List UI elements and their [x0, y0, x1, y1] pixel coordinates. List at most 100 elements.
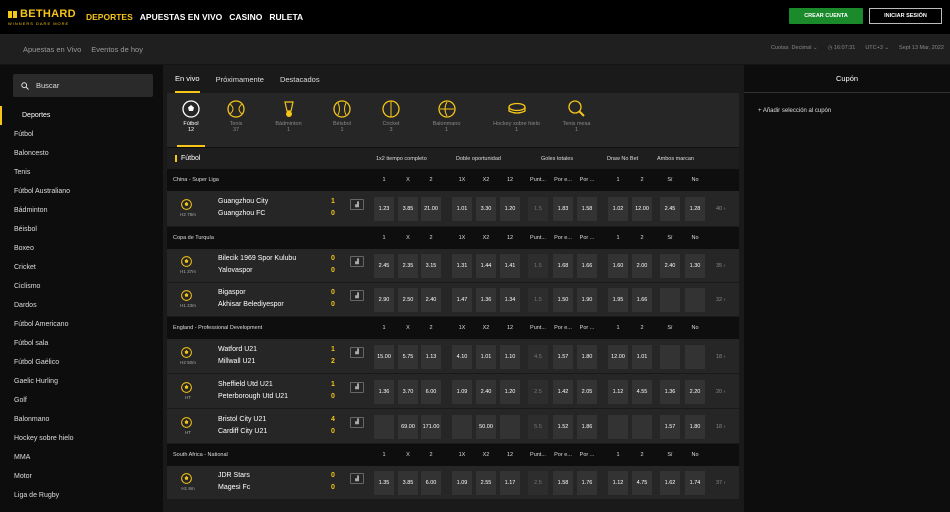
odds-button[interactable]: 1.58 [553, 471, 573, 495]
search-box[interactable]: Buscar [13, 74, 153, 97]
odds-button[interactable]: 2.45 [660, 197, 680, 221]
sport-tab-6[interactable]: Hockey sobre hielo 1 [479, 93, 554, 147]
nav-apuestas-en-vivo[interactable]: APUESTAS EN VIVO [140, 12, 223, 22]
sidebar-item[interactable]: Hockey sobre hielo [0, 429, 163, 448]
odds-button[interactable]: 1.01 [452, 197, 472, 221]
sport-tab-7[interactable]: Tenis mesa 1 [554, 93, 599, 147]
sidebar-item[interactable]: Ciclismo [0, 277, 163, 296]
odds-button[interactable] [685, 288, 705, 312]
odds-button[interactable]: 1.80 [685, 414, 705, 439]
odds-button[interactable]: 1.12 [608, 379, 628, 404]
odds-button[interactable]: 1.80 [577, 344, 597, 369]
stats-icon[interactable]: ▟ [350, 290, 364, 301]
bethard-logo[interactable]: BETHARD WINNERS DARE MORE [8, 8, 78, 26]
odds-button[interactable]: 1.17 [500, 471, 520, 495]
subnav-apuestas-en-vivo[interactable]: Apuestas en Vivo [23, 45, 81, 54]
odds-button[interactable]: 1.20 [500, 197, 520, 221]
sidebar-item[interactable]: Boxeo [0, 239, 163, 258]
odds-button[interactable]: 2.20 [685, 379, 705, 404]
odds-button[interactable]: 1.95 [608, 288, 628, 312]
odds-button[interactable]: 1.60 [608, 254, 628, 278]
odds-button[interactable]: 1.31 [452, 254, 472, 278]
sidebar-item[interactable]: Fútbol sala [0, 334, 163, 353]
odds-button[interactable]: 2.90 [374, 288, 394, 312]
odds-button[interactable]: 1.5 [528, 197, 548, 221]
odds-button[interactable] [660, 288, 680, 312]
stats-icon[interactable]: ▟ [350, 256, 364, 267]
odds-button[interactable]: 6.00 [421, 471, 441, 495]
sidebar-item[interactable]: Dardos [0, 296, 163, 315]
odds-button[interactable]: 1.90 [577, 288, 597, 312]
sidebar-item[interactable]: Balonmano [0, 410, 163, 429]
odds-button[interactable]: 12.00 [608, 344, 628, 369]
odds-button[interactable]: 1.20 [500, 379, 520, 404]
odds-button[interactable]: 1.57 [660, 414, 680, 439]
odds-button[interactable]: 1.36 [374, 379, 394, 404]
odds-button[interactable]: 1.01 [632, 344, 652, 369]
sidebar-item[interactable]: Motor [0, 467, 163, 486]
sidebar-item[interactable]: Gaelic Hurling [0, 372, 163, 391]
odds-button[interactable]: 2.40 [421, 288, 441, 312]
odds-button[interactable]: 2.40 [660, 254, 680, 278]
sidebar-item[interactable]: Cricket [0, 258, 163, 277]
match-row[interactable]: H2 78m Guangzhou City Guangzhou FC 1 0 ▟ 1.23 3… [167, 191, 739, 227]
odds-button[interactable] [374, 414, 394, 439]
odds-button[interactable]: 1.86 [577, 414, 597, 439]
odds-button[interactable]: 1.02 [608, 197, 628, 221]
odds-button[interactable]: 1.30 [685, 254, 705, 278]
login-button[interactable]: INICIAR SESIÓN [869, 8, 942, 24]
odds-button[interactable]: 3.70 [398, 379, 418, 404]
sidebar-item[interactable]: Béisbol [0, 220, 163, 239]
odds-button[interactable]: 1.09 [452, 471, 472, 495]
odds-button[interactable] [685, 344, 705, 369]
sidebar-item[interactable]: Golf [0, 391, 163, 410]
nav-casino[interactable]: CASINO [229, 12, 262, 22]
odds-button[interactable]: 50.00 [476, 414, 496, 439]
sport-tab-3[interactable]: Béisbol 1 [316, 93, 368, 147]
more-markets-link[interactable]: 32 › [716, 297, 726, 303]
odds-button[interactable]: 1.62 [660, 471, 680, 495]
sport-tab-0[interactable]: Fútbol 12 [171, 93, 211, 147]
odds-button[interactable] [452, 414, 472, 439]
odds-button[interactable]: 1.83 [553, 197, 573, 221]
tab-proximamente[interactable]: Próximamente [216, 65, 264, 93]
odds-button[interactable]: 1.35 [374, 471, 394, 495]
odds-button[interactable]: 1.44 [476, 254, 496, 278]
odds-button[interactable]: 2.05 [577, 379, 597, 404]
odds-button[interactable]: 2.5 [528, 379, 548, 404]
odds-button[interactable]: 4.75 [632, 471, 652, 495]
stats-icon[interactable]: ▟ [350, 199, 364, 210]
more-markets-link[interactable]: 20 › [716, 389, 726, 395]
odds-button[interactable]: 1.01 [476, 344, 496, 369]
odds-button[interactable]: 21.00 [421, 197, 441, 221]
sidebar-item[interactable]: Tenis [0, 163, 163, 182]
sport-tab-5[interactable]: Balonmano 1 [414, 93, 479, 147]
more-markets-link[interactable]: 35 › [716, 263, 726, 269]
odds-button[interactable]: 1.41 [500, 254, 520, 278]
odds-button[interactable]: 1.09 [452, 379, 472, 404]
sidebar-item[interactable]: Liga de Rugby [0, 486, 163, 505]
tab-destacados[interactable]: Destacados [280, 65, 320, 93]
odds-button[interactable]: 1.57 [553, 344, 573, 369]
sport-tab-4[interactable]: Cricket 3 [368, 93, 414, 147]
nav-ruleta[interactable]: RULETA [269, 12, 303, 22]
odds-button[interactable]: 1.47 [452, 288, 472, 312]
odds-button[interactable]: 2.40 [476, 379, 496, 404]
sport-tab-1[interactable]: Tenis 37 [211, 93, 261, 147]
odds-button[interactable]: 1.66 [577, 254, 597, 278]
odds-button[interactable]: 1.13 [421, 344, 441, 369]
subnav-eventos-de-hoy[interactable]: Eventos de hoy [91, 45, 143, 54]
odds-button[interactable]: 2.45 [374, 254, 394, 278]
odds-button[interactable]: 69.00 [398, 414, 418, 439]
odds-button[interactable]: 1.42 [553, 379, 573, 404]
odds-button[interactable]: 1.28 [685, 197, 705, 221]
more-markets-link[interactable]: 40 › [716, 206, 726, 212]
odds-button[interactable]: 1.68 [553, 254, 573, 278]
match-row[interactable]: H2 50m Watford U21 Millwall U21 1 2 ▟ 15.00 5.7… [167, 339, 739, 374]
odds-button[interactable]: 1.12 [608, 471, 628, 495]
odds-button[interactable]: 1.58 [577, 197, 597, 221]
more-markets-link[interactable]: 18 › [716, 354, 726, 360]
create-account-button[interactable]: CREAR CUENTA [789, 8, 863, 24]
odds-button[interactable]: 12.00 [632, 197, 652, 221]
sidebar-item[interactable]: MMA [0, 448, 163, 467]
